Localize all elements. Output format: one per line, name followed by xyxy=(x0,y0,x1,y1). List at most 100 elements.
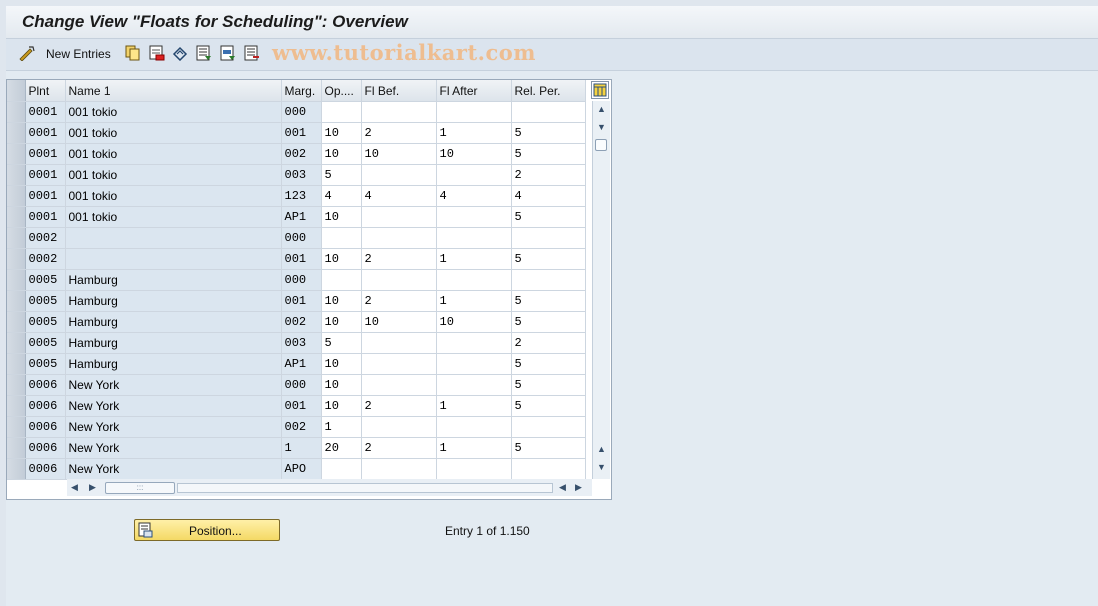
cell-relper[interactable]: 5 xyxy=(511,248,586,270)
cell-flbef[interactable] xyxy=(361,101,437,123)
cell-op[interactable] xyxy=(321,269,362,291)
cell-relper[interactable]: 5 xyxy=(511,290,586,312)
row-selector[interactable] xyxy=(7,437,26,459)
row-selector[interactable] xyxy=(7,374,26,396)
select-block-icon[interactable] xyxy=(220,45,236,63)
cell-op[interactable]: 10 xyxy=(321,290,362,312)
cell-op[interactable] xyxy=(321,101,362,123)
cell-flafter[interactable] xyxy=(436,353,512,375)
row-selector[interactable] xyxy=(7,248,26,270)
cell-relper[interactable]: 5 xyxy=(511,374,586,396)
scroll-down-icon[interactable]: ▼ xyxy=(596,461,607,473)
row-selector[interactable] xyxy=(7,122,26,144)
cell-op[interactable]: 10 xyxy=(321,311,362,333)
cell-flafter[interactable]: 1 xyxy=(436,248,512,270)
cell-flafter[interactable] xyxy=(436,374,512,396)
page-down-icon[interactable]: ▼ xyxy=(596,121,607,133)
scroll-left-icon[interactable]: ◀ xyxy=(71,482,78,493)
deselect-all-icon[interactable] xyxy=(244,45,260,63)
cell-flafter[interactable] xyxy=(436,227,512,249)
cell-relper[interactable] xyxy=(511,416,586,438)
cell-op[interactable]: 10 xyxy=(321,374,362,396)
cell-flafter[interactable] xyxy=(436,416,512,438)
cell-flafter[interactable]: 10 xyxy=(436,143,512,165)
cell-flbef[interactable]: 4 xyxy=(361,185,437,207)
row-selector[interactable] xyxy=(7,332,26,354)
cell-flbef[interactable] xyxy=(361,269,437,291)
column-header-name[interactable]: Name 1 xyxy=(65,80,282,102)
edit-glasses-icon[interactable] xyxy=(18,45,36,63)
cell-flbef[interactable]: 2 xyxy=(361,122,437,144)
cell-flbef[interactable]: 2 xyxy=(361,395,437,417)
cell-flbef[interactable] xyxy=(361,416,437,438)
row-selector[interactable] xyxy=(7,353,26,375)
row-selector[interactable] xyxy=(7,143,26,165)
cell-relper[interactable] xyxy=(511,101,586,123)
table-settings-icon[interactable] xyxy=(591,81,609,99)
cell-op[interactable]: 10 xyxy=(321,122,362,144)
row-selector[interactable] xyxy=(7,206,26,228)
row-selector[interactable] xyxy=(7,101,26,123)
cell-flafter[interactable]: 1 xyxy=(436,437,512,459)
scroll-up-icon[interactable]: ▲ xyxy=(596,103,607,115)
cell-relper[interactable] xyxy=(511,269,586,291)
column-header-rel-per[interactable]: Rel. Per. xyxy=(511,80,586,102)
delete-icon[interactable] xyxy=(149,45,165,63)
cell-relper[interactable]: 5 xyxy=(511,206,586,228)
cell-relper[interactable]: 2 xyxy=(511,332,586,354)
cell-op[interactable]: 1 xyxy=(321,416,362,438)
undo-icon[interactable] xyxy=(172,45,188,63)
row-selector[interactable] xyxy=(7,164,26,186)
cell-relper[interactable]: 4 xyxy=(511,185,586,207)
cell-op[interactable]: 5 xyxy=(321,164,362,186)
cell-op[interactable] xyxy=(321,458,362,480)
cell-op[interactable]: 10 xyxy=(321,395,362,417)
cell-flafter[interactable] xyxy=(436,206,512,228)
cell-flbef[interactable] xyxy=(361,332,437,354)
horizontal-scroll-thumb[interactable]: ::: xyxy=(105,482,175,494)
cell-flbef[interactable]: 10 xyxy=(361,311,437,333)
cell-op[interactable]: 20 xyxy=(321,437,362,459)
page-up-icon[interactable]: ▲ xyxy=(596,443,607,455)
cell-op[interactable]: 4 xyxy=(321,185,362,207)
cell-op[interactable]: 5 xyxy=(321,332,362,354)
column-header-op[interactable]: Op.... xyxy=(321,80,362,102)
cell-relper[interactable]: 5 xyxy=(511,122,586,144)
cell-flbef[interactable]: 10 xyxy=(361,143,437,165)
horizontal-scroll-track[interactable] xyxy=(177,483,553,493)
row-selector[interactable] xyxy=(7,227,26,249)
cell-flafter[interactable]: 10 xyxy=(436,311,512,333)
column-header-fl-after[interactable]: Fl After xyxy=(436,80,512,102)
row-selector[interactable] xyxy=(7,311,26,333)
cell-flafter[interactable] xyxy=(436,332,512,354)
cell-relper[interactable]: 5 xyxy=(511,311,586,333)
cell-flafter[interactable]: 1 xyxy=(436,290,512,312)
column-header-fl-bef[interactable]: Fl Bef. xyxy=(361,80,437,102)
scroll-thumb[interactable] xyxy=(595,139,607,151)
cell-flafter[interactable]: 1 xyxy=(436,122,512,144)
row-selector[interactable] xyxy=(7,395,26,417)
row-selector[interactable] xyxy=(7,185,26,207)
cell-flafter[interactable]: 1 xyxy=(436,395,512,417)
cell-flbef[interactable] xyxy=(361,353,437,375)
cell-flbef[interactable]: 2 xyxy=(361,290,437,312)
cell-flbef[interactable] xyxy=(361,164,437,186)
position-button[interactable]: Position... xyxy=(134,519,280,541)
cell-op[interactable]: 10 xyxy=(321,353,362,375)
cell-flafter[interactable] xyxy=(436,164,512,186)
cell-op[interactable]: 10 xyxy=(321,143,362,165)
vertical-scrollbar[interactable]: ▲ ▼ ▲ ▼ xyxy=(592,101,610,479)
cell-relper[interactable]: 5 xyxy=(511,143,586,165)
row-selector[interactable] xyxy=(7,290,26,312)
cell-flafter[interactable]: 4 xyxy=(436,185,512,207)
scroll-page-right-icon[interactable]: ▶ xyxy=(575,482,582,493)
row-selector[interactable] xyxy=(7,458,26,480)
row-selector[interactable] xyxy=(7,269,26,291)
cell-flbef[interactable] xyxy=(361,227,437,249)
cell-flafter[interactable] xyxy=(436,458,512,480)
new-entries-button[interactable]: New Entries xyxy=(46,47,111,61)
cell-flafter[interactable] xyxy=(436,269,512,291)
cell-relper[interactable]: 5 xyxy=(511,353,586,375)
row-selector[interactable] xyxy=(7,416,26,438)
cell-flbef[interactable] xyxy=(361,458,437,480)
